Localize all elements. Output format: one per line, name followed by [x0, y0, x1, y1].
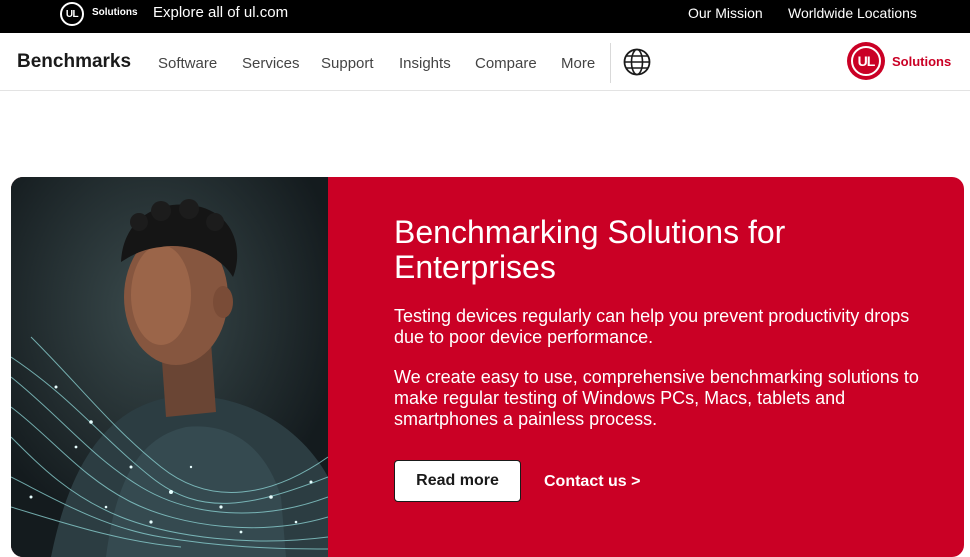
explore-ul-link[interactable]: Explore all of ul.com	[153, 4, 288, 21]
hero-image	[11, 177, 328, 557]
nav-item-more[interactable]: More	[561, 55, 595, 72]
ul-solutions-brand-logo[interactable]: UL	[847, 42, 885, 80]
hero-description-1: Testing devices regularly can help you p…	[394, 306, 910, 347]
main-navigation: Benchmarks Software Services Support Ins…	[0, 33, 970, 91]
hero-title: Benchmarking Solutions for Enterprises	[394, 214, 786, 285]
ul-solutions-label: Solutions	[92, 7, 138, 18]
ul-logo-mark: UL	[857, 53, 876, 69]
top-utility-bar: UL Solutions Explore all of ul.com Our M…	[0, 0, 970, 33]
benchmarks-brand-link[interactable]: Benchmarks	[17, 51, 131, 73]
globe-icon[interactable]	[623, 48, 651, 76]
nav-item-insights[interactable]: Insights	[399, 55, 451, 72]
our-mission-link[interactable]: Our Mission	[688, 5, 763, 21]
nav-divider	[610, 43, 611, 83]
nav-item-services[interactable]: Services	[242, 55, 300, 72]
ul-solutions-brand-label: Solutions	[892, 54, 952, 69]
ul-logo-text: UL	[65, 8, 79, 20]
ul-logo-ring: UL	[851, 46, 881, 76]
hero-photo-illustration	[11, 177, 328, 557]
nav-item-compare[interactable]: Compare	[475, 55, 537, 72]
nav-item-software[interactable]: Software	[158, 55, 217, 72]
ul-solutions-logo[interactable]: UL	[60, 2, 84, 26]
nav-item-support[interactable]: Support	[321, 55, 374, 72]
hero-banner: Benchmarking Solutions for Enterprises T…	[11, 177, 964, 557]
read-more-button[interactable]: Read more	[394, 460, 521, 502]
worldwide-locations-link[interactable]: Worldwide Locations	[788, 5, 917, 21]
contact-us-link[interactable]: Contact us >	[544, 473, 640, 491]
hero-description-2: We create easy to use, comprehensive ben…	[394, 367, 919, 429]
